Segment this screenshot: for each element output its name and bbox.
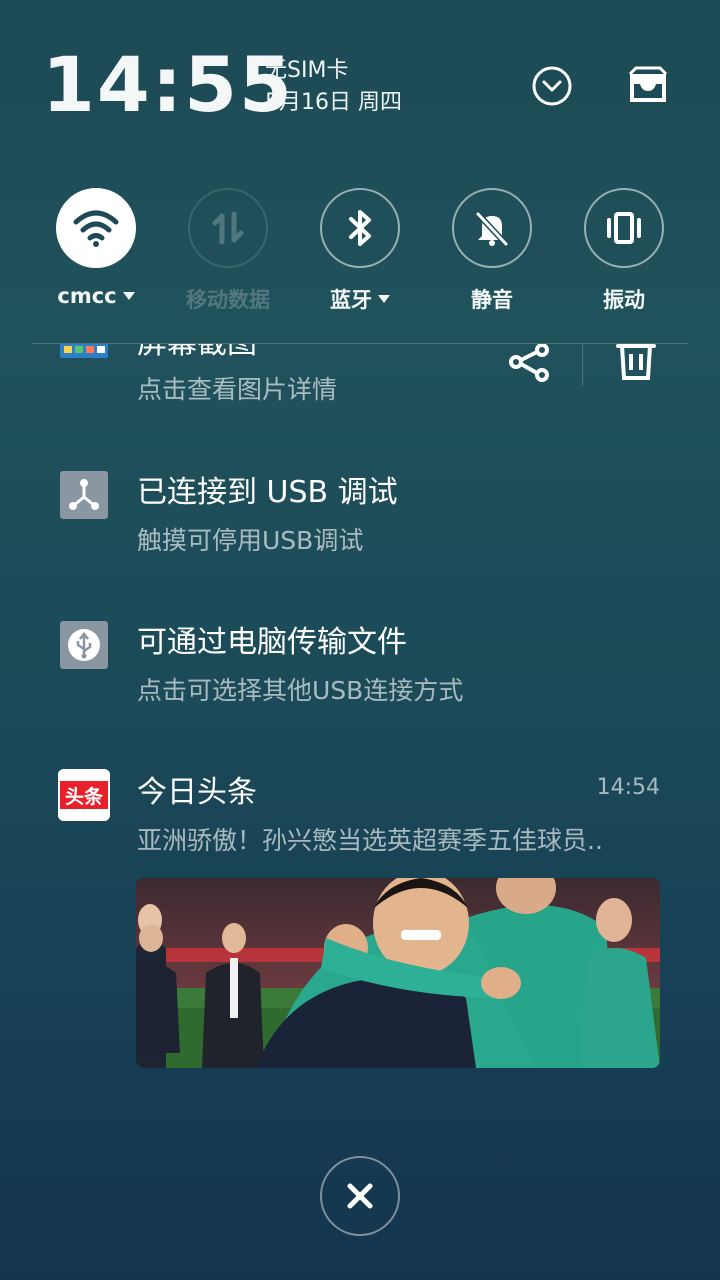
- notification-usb-transfer-subtitle: 点击可选择其他USB连接方式: [137, 676, 464, 705]
- news-image[interactable]: [136, 878, 660, 1068]
- bluetooth-icon: [349, 210, 371, 246]
- inbox-icon: [628, 66, 668, 102]
- toggle-vibrate-label: 振动: [603, 288, 645, 312]
- expand-button[interactable]: [528, 62, 576, 110]
- clock-time: 14:55: [42, 40, 294, 129]
- usb-debug-icon: [69, 479, 99, 510]
- toggle-bluetooth-circle[interactable]: [320, 188, 400, 268]
- toggle-mobile-data[interactable]: 移动数据: [173, 188, 283, 314]
- toggle-mobile-data-circle[interactable]: [188, 188, 268, 268]
- usb-transfer-app-icon: [60, 621, 108, 669]
- mobile-data-icon: [212, 211, 244, 245]
- toggle-vibrate-circle[interactable]: [584, 188, 664, 268]
- chevron-down-icon: [532, 66, 572, 106]
- notification-news-title: 今日头条: [137, 775, 257, 810]
- wifi-icon: [73, 210, 119, 247]
- usb-debug-app-icon: [60, 471, 108, 519]
- notification-screenshot-subtitle: 点击查看图片详情: [137, 375, 338, 404]
- bell-off-icon: [475, 211, 509, 247]
- notification-news-subtitle: 亚洲骄傲！孙兴慜当选英超赛季五佳球员..: [137, 826, 603, 855]
- usb-icon: [68, 629, 100, 661]
- notification-usb-debug-title: 已连接到 USB 调试: [137, 475, 398, 510]
- close-icon: [347, 1183, 373, 1209]
- clear-all-button[interactable]: [320, 1156, 400, 1236]
- toutiao-badge: 头条: [60, 781, 108, 809]
- sim-status: 无SIM卡: [265, 58, 349, 83]
- vibrate-icon: [607, 212, 641, 244]
- toggle-bluetooth[interactable]: 蓝牙: [305, 188, 415, 314]
- delete-button[interactable]: [614, 344, 658, 384]
- toggle-bluetooth-label: 蓝牙: [330, 288, 372, 312]
- date-label: 5月16日 周四: [265, 90, 402, 115]
- share-button[interactable]: [506, 344, 554, 386]
- notification-screenshot[interactable]: 屏幕截图 点击查看图片详情: [0, 344, 720, 424]
- notification-center-button[interactable]: [624, 62, 672, 110]
- notification-usb-transfer-title: 可通过电脑传输文件: [137, 625, 407, 660]
- toggle-wifi-circle[interactable]: [56, 188, 136, 268]
- status-info: 无SIM卡 5月16日 周四: [265, 55, 402, 119]
- toutiao-app-icon: 头条: [58, 769, 110, 821]
- notification-usb-transfer[interactable]: 可通过电脑传输文件 点击可选择其他USB连接方式: [0, 605, 720, 715]
- toggle-silent-circle[interactable]: [452, 188, 532, 268]
- toggle-wifi-label: cmcc: [57, 284, 117, 308]
- toggle-silent-label: 静音: [471, 288, 513, 312]
- toggle-silent[interactable]: 静音: [437, 188, 547, 314]
- notification-news-time: 14:54: [596, 775, 660, 800]
- screenshot-app-icon: [60, 344, 108, 358]
- toggle-mobile-data-label: 移动数据: [186, 288, 270, 312]
- dropdown-caret-icon[interactable]: [122, 292, 135, 300]
- toggle-wifi[interactable]: cmcc: [41, 188, 151, 308]
- notification-screenshot-title: 屏幕截图: [137, 344, 257, 362]
- dropdown-caret-icon[interactable]: [378, 295, 390, 303]
- action-divider: [582, 344, 583, 386]
- notification-usb-debug[interactable]: 已连接到 USB 调试 触摸可停用USB调试: [0, 455, 720, 565]
- trash-icon: [616, 344, 656, 380]
- toggle-vibrate[interactable]: 振动: [569, 188, 679, 314]
- notification-usb-debug-subtitle: 触摸可停用USB调试: [137, 526, 364, 555]
- share-icon: [509, 344, 549, 382]
